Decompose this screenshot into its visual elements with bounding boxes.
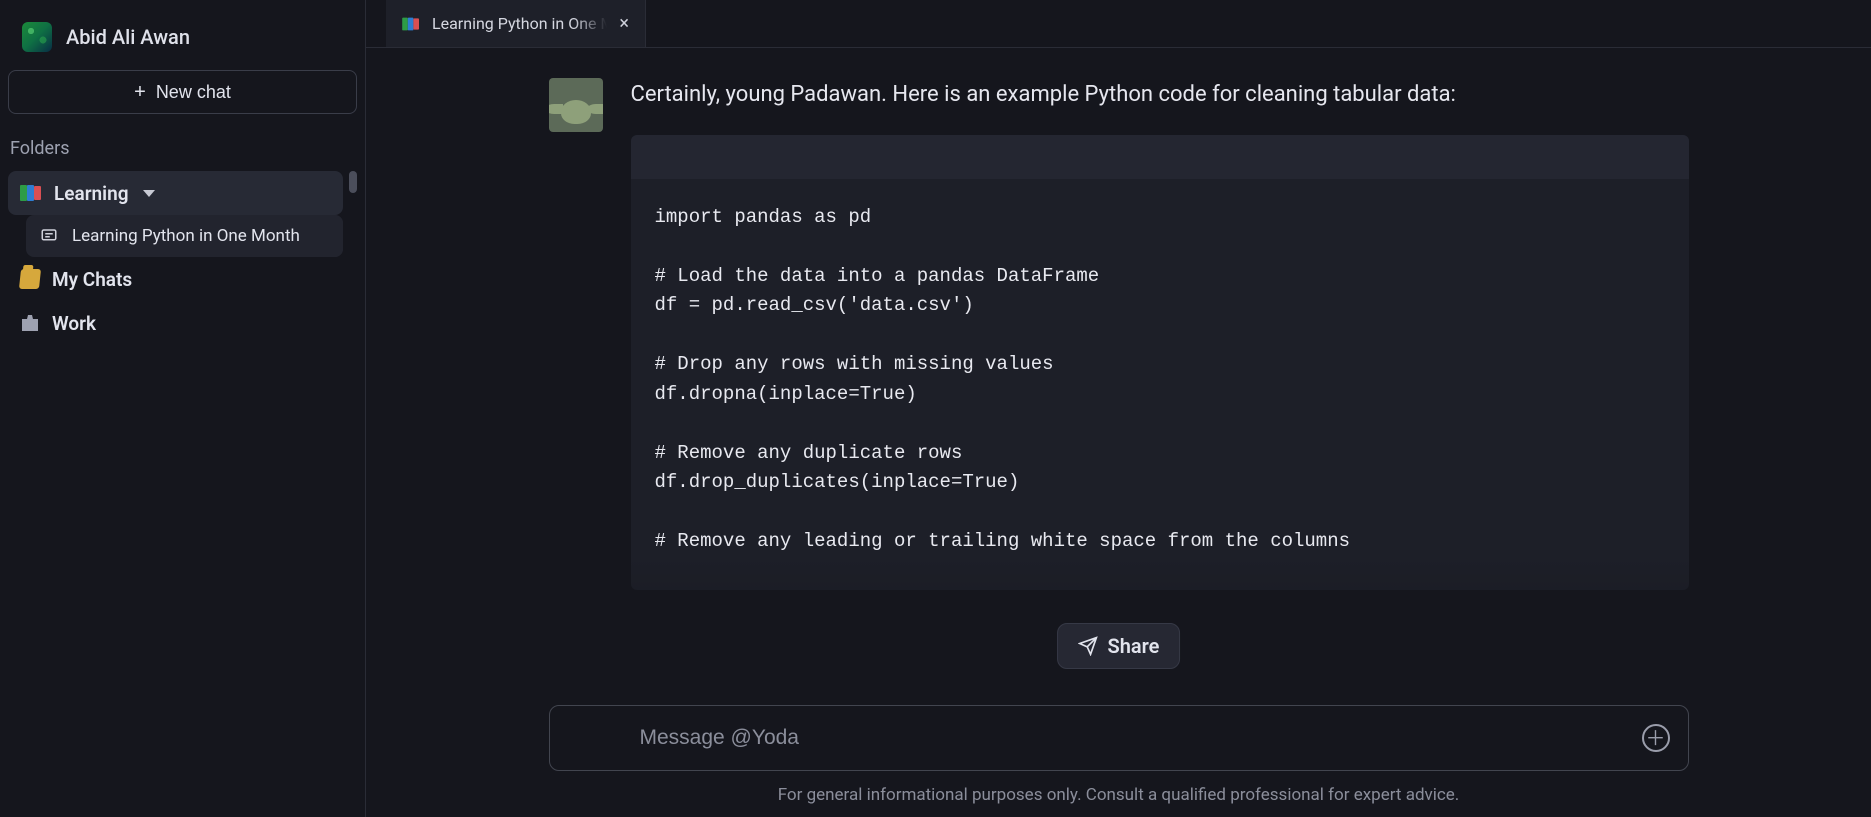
sidebar-scrollbar[interactable] bbox=[349, 171, 357, 193]
tab-bar: Learning Python in One Month × bbox=[366, 0, 1871, 48]
code-block: import pandas as pd # Load the data into… bbox=[631, 135, 1689, 590]
new-chat-label: New chat bbox=[156, 82, 231, 103]
plus-icon: + bbox=[134, 82, 146, 102]
sidebar: Abid Ali Awan + New chat Folders Learnin… bbox=[0, 0, 366, 817]
share-label: Share bbox=[1108, 634, 1160, 658]
folder-label: Learning bbox=[54, 182, 129, 205]
folder-icon bbox=[19, 269, 41, 289]
folders-section-label: Folders bbox=[8, 132, 357, 171]
code-block-header bbox=[631, 135, 1689, 179]
composer[interactable]: ＋ bbox=[549, 705, 1689, 771]
folder-mychats[interactable]: My Chats bbox=[8, 257, 343, 301]
folder-work[interactable]: Work bbox=[8, 301, 343, 345]
message-text: Certainly, young Padawan. Here is an exa… bbox=[631, 78, 1689, 111]
share-icon bbox=[1078, 636, 1098, 656]
profile-row[interactable]: Abid Ali Awan bbox=[8, 14, 357, 66]
app-root: Abid Ali Awan + New chat Folders Learnin… bbox=[0, 0, 1871, 817]
sidebar-scroll-area: Learning Learning Python in One Month My… bbox=[8, 171, 357, 803]
conversation-scroll[interactable]: Certainly, young Padawan. Here is an exa… bbox=[366, 48, 1871, 817]
folder-label: My Chats bbox=[52, 268, 132, 291]
code-content: import pandas as pd # Load the data into… bbox=[631, 179, 1689, 590]
user-name: Abid Ali Awan bbox=[66, 25, 190, 49]
briefcase-icon bbox=[20, 313, 40, 333]
share-button[interactable]: Share bbox=[1057, 623, 1181, 669]
sidebar-item-label: Learning Python in One Month bbox=[72, 226, 300, 246]
tab-label: Learning Python in One Month bbox=[432, 14, 607, 33]
chevron-down-icon bbox=[143, 190, 155, 197]
main-panel: Learning Python in One Month × Certainly… bbox=[366, 0, 1871, 817]
close-tab-button[interactable]: × bbox=[617, 13, 631, 34]
message-input[interactable] bbox=[640, 726, 1642, 750]
tab-learning-python[interactable]: Learning Python in One Month × bbox=[386, 0, 646, 47]
books-icon bbox=[20, 184, 42, 202]
user-avatar-icon bbox=[22, 22, 52, 52]
sidebar-item-learning-python[interactable]: Learning Python in One Month bbox=[26, 215, 343, 257]
folder-learning[interactable]: Learning bbox=[8, 171, 343, 215]
assistant-avatar-icon bbox=[549, 78, 603, 132]
disclaimer-text: For general informational purposes only.… bbox=[549, 785, 1689, 805]
chat-icon bbox=[38, 227, 60, 245]
books-icon bbox=[402, 16, 420, 30]
add-attachment-button[interactable]: ＋ bbox=[1642, 724, 1670, 752]
assistant-message: Certainly, young Padawan. Here is an exa… bbox=[549, 78, 1689, 590]
folder-label: Work bbox=[52, 312, 96, 335]
composer-area: ＋ For general informational purposes onl… bbox=[366, 705, 1871, 817]
new-chat-button[interactable]: + New chat bbox=[8, 70, 357, 114]
